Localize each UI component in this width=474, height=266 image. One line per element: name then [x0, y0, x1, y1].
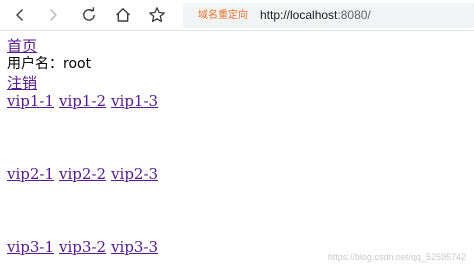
vip1-links: vip1-1 vip1-2 vip1-3 — [7, 92, 158, 110]
url-host: http://localhost — [260, 8, 338, 22]
star-icon — [149, 7, 165, 23]
vip1-3-link[interactable]: vip1-3 — [111, 92, 158, 110]
chevron-right-icon — [50, 9, 57, 21]
username-label: 用户名： — [7, 56, 63, 72]
chevron-left-icon — [16, 9, 23, 21]
forward-button[interactable] — [41, 3, 65, 27]
address-bar[interactable]: 域名重定向 http://localhost:8080/ — [183, 3, 474, 28]
url-port-path: :8080/ — [337, 8, 371, 22]
username-line: 用户名：root — [7, 55, 91, 73]
browser-toolbar: 域名重定向 http://localhost:8080/ — [0, 0, 474, 31]
home-icon — [116, 8, 130, 22]
vip3-1-link[interactable]: vip3-1 — [7, 238, 54, 256]
watermark: https://blog.csdn.net/qq_52595742 — [327, 252, 466, 262]
vip3-links: vip3-1 vip3-2 vip3-3 — [7, 238, 158, 256]
vip2-links: vip2-1 vip2-2 vip2-3 — [7, 165, 158, 183]
vip3-2-link[interactable]: vip3-2 — [59, 238, 106, 256]
vip1-1-link[interactable]: vip1-1 — [7, 92, 54, 110]
url-text[interactable]: http://localhost:8080/ — [260, 8, 371, 23]
vip2-1-link[interactable]: vip2-1 — [7, 165, 54, 183]
redirect-tag: 域名重定向 — [198, 10, 248, 21]
back-button[interactable] — [8, 3, 32, 27]
logout-link[interactable]: 注销 — [7, 74, 37, 92]
favorite-button[interactable] — [145, 3, 169, 27]
vip1-2-link[interactable]: vip1-2 — [59, 92, 106, 110]
home-button[interactable] — [111, 3, 135, 27]
home-link[interactable]: 首页 — [7, 37, 37, 55]
refresh-icon — [83, 7, 95, 21]
vip2-2-link[interactable]: vip2-2 — [59, 165, 106, 183]
username-value: root — [63, 56, 92, 72]
refresh-button[interactable] — [77, 3, 101, 27]
vip3-3-link[interactable]: vip3-3 — [111, 238, 158, 256]
vip2-3-link[interactable]: vip2-3 — [111, 165, 158, 183]
